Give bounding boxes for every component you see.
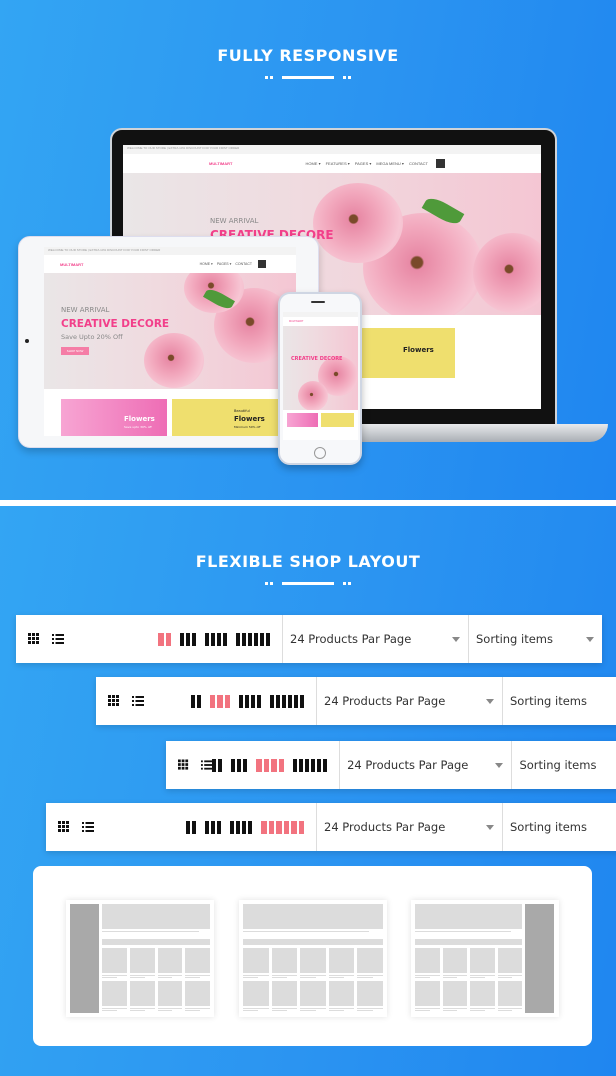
- chevron-down-icon: [586, 636, 594, 642]
- columns-2-option[interactable]: [186, 820, 196, 834]
- nav-home[interactable]: HOME ▾: [200, 262, 213, 266]
- grid-view-icon[interactable]: [178, 759, 189, 771]
- columns-4-option[interactable]: [256, 758, 285, 772]
- columns-4-option[interactable]: [205, 632, 227, 646]
- sorting-dropdown[interactable]: Sorting items: [502, 803, 616, 851]
- list-view-icon[interactable]: [201, 759, 213, 771]
- hero-subtitle: Save Upto 20% Off: [61, 333, 123, 341]
- columns-6-option[interactable]: [236, 632, 270, 646]
- nav-pages[interactable]: PAGES ▾: [355, 161, 372, 166]
- nav-mega-menu[interactable]: MEGA MENU ▾: [376, 161, 404, 166]
- layout-full-width[interactable]: [239, 900, 387, 1017]
- columns-2-option[interactable]: [158, 632, 171, 646]
- site-topbar: WELCOME TO OUR STORE | EXTRA 10% DISCOUN…: [44, 247, 296, 255]
- tablet-mockup: WELCOME TO OUR STORE | EXTRA 10% DISCOUN…: [18, 236, 319, 448]
- nav-pages[interactable]: PAGES ▾: [217, 262, 232, 266]
- site-logo: MULTIMART: [60, 261, 84, 267]
- search-icon[interactable]: [436, 159, 445, 168]
- sorting-dropdown[interactable]: Sorting items: [511, 741, 616, 789]
- hero-title: CREATIVE DECORE: [61, 318, 170, 330]
- per-page-dropdown[interactable]: 24 Products Par Page: [316, 803, 502, 851]
- site-logo: MULTIMART: [289, 320, 304, 323]
- columns-3-option[interactable]: [180, 632, 196, 646]
- shop-toolbar-4col: 24 Products Par Page Sorting items: [166, 741, 616, 789]
- per-page-dropdown[interactable]: 24 Products Par Page: [339, 741, 511, 789]
- phone-speaker: [311, 301, 325, 303]
- column-selector: [186, 820, 304, 834]
- site-nav: MULTIMART HOME ▾ FEATURES ▾ PAGES ▾ MEGA…: [123, 154, 541, 173]
- per-page-dropdown[interactable]: 24 Products Par Page: [282, 615, 468, 663]
- search-icon[interactable]: [258, 260, 266, 268]
- columns-3-option[interactable]: [205, 820, 221, 834]
- columns-6-option[interactable]: [293, 758, 328, 772]
- shop-toolbar-6col: 24 Products Par Page Sorting items: [46, 803, 616, 851]
- tablet-camera: [25, 339, 29, 343]
- column-selector: [158, 632, 270, 646]
- columns-3-option[interactable]: [209, 694, 230, 708]
- site-nav: MULTIMART HOME ▾ PAGES ▾ CONTACT: [44, 255, 296, 273]
- hero-banner: NEW ARRIVAL CREATIVE DECORE Save Upto 20…: [44, 273, 296, 389]
- layout-left-sidebar[interactable]: [66, 900, 214, 1017]
- columns-6-option[interactable]: [270, 694, 304, 708]
- list-view-icon[interactable]: [82, 821, 94, 833]
- grid-view-icon[interactable]: [58, 821, 70, 833]
- section-title: FLEXIBLE SHOP LAYOUT: [195, 552, 421, 571]
- promo-banner[interactable]: Flowers: [355, 328, 455, 378]
- hero-title: CREATIVE DECORE: [291, 356, 343, 362]
- site-logo: MULTIMART: [209, 161, 233, 166]
- hero-kicker: NEW ARRIVAL: [210, 217, 259, 225]
- home-button: [314, 447, 326, 459]
- column-selector: [190, 694, 304, 708]
- column-selector: [212, 758, 328, 772]
- shop-now-button[interactable]: SHOP NOW: [61, 347, 89, 355]
- hero-banner: CREATIVE DECORE: [283, 326, 358, 410]
- list-view-icon[interactable]: [132, 695, 144, 707]
- chevron-down-icon: [495, 762, 504, 768]
- list-view-icon[interactable]: [52, 633, 64, 645]
- phone-mockup: MULTIMART CREATIVE DECORE: [278, 292, 362, 465]
- shop-toolbar-3col: 24 Products Par Page Sorting items: [96, 677, 616, 725]
- sorting-dropdown[interactable]: Sorting items: [468, 615, 602, 663]
- chevron-down-icon: [486, 824, 494, 830]
- title-divider: [265, 582, 351, 586]
- nav-features[interactable]: FEATURES ▾: [326, 161, 350, 166]
- site-topbar: WELCOME TO OUR STORE | EXTRA 10% DISCOUN…: [123, 145, 541, 154]
- grid-view-icon[interactable]: [28, 633, 40, 645]
- grid-view-icon[interactable]: [108, 695, 120, 707]
- chevron-down-icon: [452, 636, 460, 642]
- columns-3-option[interactable]: [231, 758, 248, 772]
- promo-banner-pink[interactable]: Flowers Save upto 30% off: [61, 399, 167, 436]
- title-divider: [265, 76, 351, 80]
- phone-screen: MULTIMART CREATIVE DECORE: [283, 312, 358, 440]
- section-title: FULLY RESPONSIVE: [217, 46, 399, 65]
- columns-4-option[interactable]: [239, 694, 261, 708]
- columns-4-option[interactable]: [230, 820, 252, 834]
- columns-2-option[interactable]: [212, 758, 223, 772]
- columns-6-option[interactable]: [261, 820, 304, 834]
- shop-toolbar-2col: 24 Products Par Page Sorting items: [16, 615, 602, 663]
- nav-contact[interactable]: CONTACT: [235, 262, 252, 266]
- responsive-section: FULLY RESPONSIVE WELCOME TO OUR STORE | …: [0, 0, 616, 500]
- nav-contact[interactable]: CONTACT: [409, 161, 428, 166]
- chevron-down-icon: [486, 698, 494, 704]
- tablet-screen: WELCOME TO OUR STORE | EXTRA 10% DISCOUN…: [44, 247, 296, 436]
- nav-home[interactable]: HOME ▾: [305, 161, 320, 166]
- per-page-dropdown[interactable]: 24 Products Par Page: [316, 677, 502, 725]
- columns-2-option[interactable]: [190, 694, 201, 708]
- layout-right-sidebar[interactable]: [411, 900, 559, 1017]
- sorting-dropdown[interactable]: Sorting items: [502, 677, 616, 725]
- hero-kicker: NEW ARRIVAL: [61, 306, 110, 314]
